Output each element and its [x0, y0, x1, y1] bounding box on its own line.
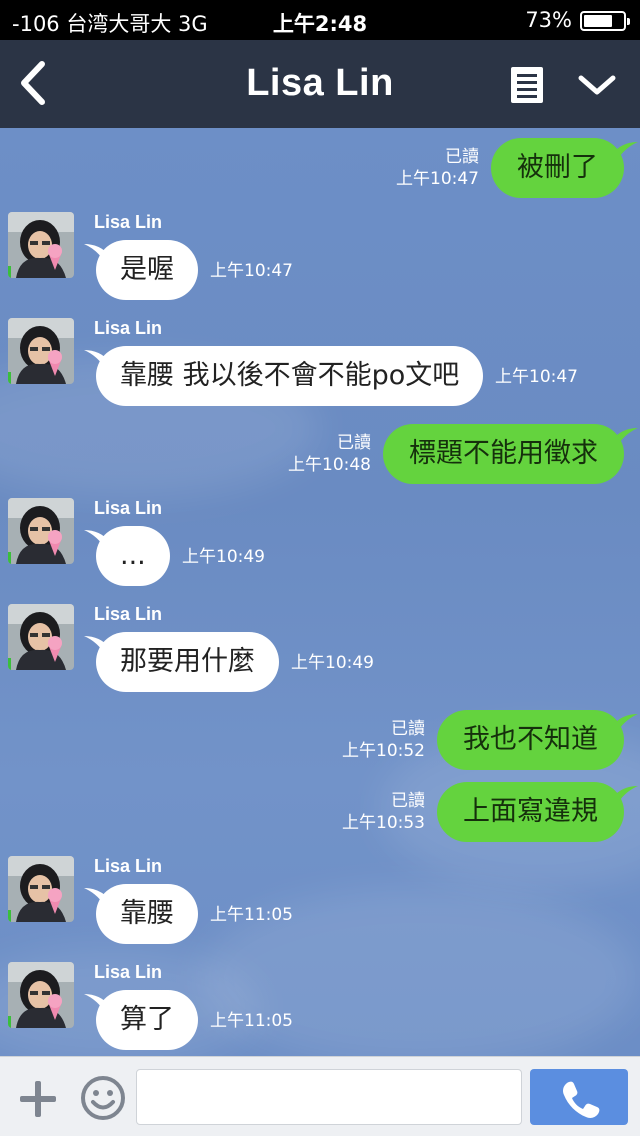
message-time: 上午10:47	[495, 367, 578, 387]
bubble-tail	[612, 714, 638, 734]
chat-header: Lisa Lin	[0, 40, 640, 128]
message-time: 上午10:47	[396, 169, 479, 189]
message-row: Lisa Lin 那要用什麼 上午10:49	[0, 604, 640, 704]
chevron-left-icon	[21, 61, 45, 105]
incoming-message-bubble[interactable]: 算了	[96, 990, 198, 1050]
sender-name: Lisa Lin	[94, 604, 163, 624]
message-row: Lisa Lin 是喔 上午10:47	[0, 212, 640, 312]
message-row: Lisa Lin 算了 上午11:05	[0, 962, 640, 1056]
incoming-message-bubble[interactable]: ...	[96, 526, 170, 586]
input-bar	[0, 1056, 640, 1136]
outgoing-message-bubble[interactable]: 上面寫違規	[437, 782, 624, 842]
bubble-tail	[612, 786, 638, 806]
message-time: 上午10:47	[210, 261, 293, 281]
incoming-message-bubble[interactable]: 靠腰 我以後不會不能po文吧	[96, 346, 484, 406]
incoming-message-bubble[interactable]: 是喔	[96, 240, 198, 300]
message-input[interactable]	[136, 1069, 522, 1125]
list-icon	[511, 67, 543, 103]
message-row: 標題不能用徵求 已讀 上午10:48	[0, 424, 640, 488]
bubble-tail	[612, 142, 638, 162]
smiley-icon	[81, 1076, 125, 1120]
message-time: 上午10:49	[182, 547, 265, 567]
status-bar: -106 台湾大哥大 3G 上午2:48 73%	[0, 0, 640, 40]
avatar[interactable]	[8, 498, 74, 564]
message-row: 上面寫違規 已讀 上午10:53	[0, 782, 640, 846]
emoji-button[interactable]	[80, 1075, 126, 1121]
notes-menu-button[interactable]	[510, 66, 544, 104]
message-time: 上午10:48	[288, 455, 371, 475]
sender-name: Lisa Lin	[94, 212, 163, 232]
message-time: 上午10:49	[291, 653, 374, 673]
message-row: 被刪了 已讀 上午10:47	[0, 138, 640, 202]
message-time: 上午10:53	[342, 813, 425, 833]
message-time: 上午11:05	[210, 905, 293, 925]
call-button[interactable]	[530, 1069, 628, 1125]
outgoing-message-bubble[interactable]: 標題不能用徵求	[383, 424, 624, 484]
avatar[interactable]	[8, 962, 74, 1028]
chat-area[interactable]: 被刪了 已讀 上午10:47 Lisa Lin 是喔 上午10:47 Lisa Lin 靠腰 …	[0, 128, 640, 1056]
battery-level	[584, 15, 612, 27]
message-time: 上午10:52	[342, 741, 425, 761]
avatar[interactable]	[8, 212, 74, 278]
avatar[interactable]	[8, 318, 74, 384]
back-button[interactable]	[14, 58, 58, 108]
avatar[interactable]	[8, 856, 74, 922]
bubble-tail	[612, 428, 638, 448]
plus-icon	[20, 1081, 56, 1117]
avatar[interactable]	[8, 604, 74, 670]
sender-name: Lisa Lin	[94, 856, 163, 876]
sender-name: Lisa Lin	[94, 498, 163, 518]
read-receipt: 已讀	[337, 433, 371, 453]
battery-icon	[580, 11, 630, 31]
read-receipt: 已讀	[445, 147, 479, 167]
dropdown-button[interactable]	[575, 70, 619, 100]
message-time: 上午11:05	[210, 1011, 293, 1031]
chat-title: Lisa Lin	[246, 62, 394, 104]
read-receipt: 已讀	[391, 719, 425, 739]
outgoing-message-bubble[interactable]: 我也不知道	[437, 710, 624, 770]
sender-name: Lisa Lin	[94, 962, 163, 982]
message-row: 我也不知道 已讀 上午10:52	[0, 710, 640, 774]
incoming-message-bubble[interactable]: 那要用什麼	[96, 632, 279, 692]
outgoing-message-bubble[interactable]: 被刪了	[491, 138, 624, 198]
message-row: Lisa Lin 靠腰 上午11:05	[0, 856, 640, 956]
attach-button[interactable]	[18, 1079, 58, 1119]
message-row: Lisa Lin 靠腰 我以後不會不能po文吧 上午10:47	[0, 318, 640, 418]
phone-icon	[563, 1081, 600, 1118]
message-row: Lisa Lin... 上午10:49	[0, 498, 640, 598]
incoming-message-bubble[interactable]: 靠腰	[96, 884, 198, 944]
sender-name: Lisa Lin	[94, 318, 163, 338]
battery-percent: 73%	[525, 8, 572, 32]
read-receipt: 已讀	[391, 791, 425, 811]
chevron-down-icon	[578, 75, 616, 95]
